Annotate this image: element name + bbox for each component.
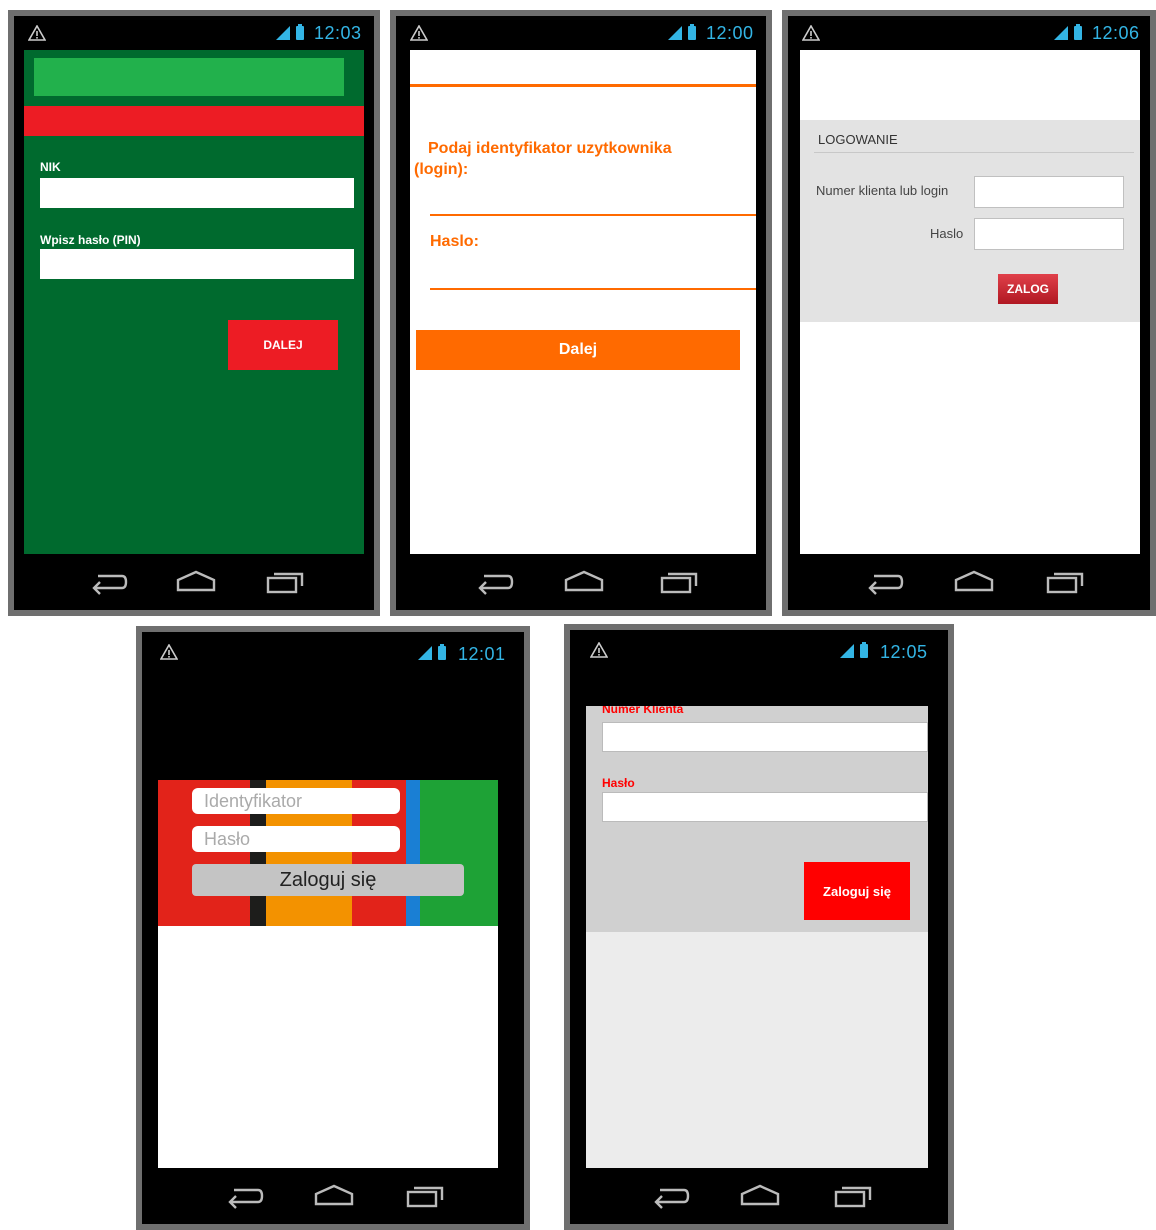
nav-bar xyxy=(788,554,1150,610)
password-input[interactable] xyxy=(974,218,1124,250)
back-icon[interactable] xyxy=(88,568,128,596)
phone-screenshot-5: 12:05 Numer Klienta Hasło Zaloguj się xyxy=(564,624,954,1230)
password-placeholder: Hasło xyxy=(204,829,251,849)
password-label: Haslo xyxy=(930,226,964,241)
nav-bar xyxy=(570,1168,948,1224)
battery-icon xyxy=(438,644,446,660)
status-bar: 12:03 xyxy=(14,16,374,50)
password-label: Hasło xyxy=(602,776,635,790)
nik-label: NIK xyxy=(40,160,61,174)
stripe-blue xyxy=(406,780,420,926)
login-panel: LOGOWANIE Numer klienta lub login Haslo … xyxy=(800,120,1140,322)
client-input[interactable] xyxy=(602,722,928,752)
app-screen: Identyfikator Hasło Zaloguj się xyxy=(158,780,498,1174)
pin-label: Wpisz hasło (PIN) xyxy=(40,233,141,247)
warning-icon xyxy=(160,644,178,660)
login-button[interactable]: ZALOG xyxy=(998,274,1058,304)
app-screen: LOGOWANIE Numer klienta lub login Haslo … xyxy=(800,50,1140,560)
recent-apps-icon[interactable] xyxy=(658,568,698,596)
signal-icon xyxy=(276,26,290,40)
login-label: Podaj identyfikator uzytkownika (login): xyxy=(414,140,672,178)
back-icon[interactable] xyxy=(650,1182,690,1210)
login-button[interactable]: Zaloguj się xyxy=(804,862,910,920)
back-icon[interactable] xyxy=(474,568,514,596)
status-clock: 12:06 xyxy=(1092,23,1140,43)
app-screen: Numer Klienta Hasło Zaloguj się xyxy=(586,706,928,1178)
client-input[interactable] xyxy=(974,176,1124,208)
login-button[interactable]: Zaloguj się xyxy=(192,864,464,896)
recent-apps-icon[interactable] xyxy=(1044,568,1084,596)
app-screen: NIK Wpisz hasło (PIN) DALEJ xyxy=(24,50,364,560)
password-input[interactable]: Hasło xyxy=(192,826,400,852)
warning-icon xyxy=(410,25,428,41)
status-bar: 12:05 xyxy=(570,630,948,664)
nik-input[interactable] xyxy=(40,178,354,208)
signal-icon xyxy=(418,646,432,660)
status-clock: 12:00 xyxy=(706,23,754,43)
home-icon[interactable] xyxy=(314,1182,354,1210)
next-button[interactable]: Dalej xyxy=(416,330,740,370)
battery-icon xyxy=(1074,24,1082,40)
login-panel: Numer Klienta Hasło Zaloguj się xyxy=(586,706,928,932)
panel-divider xyxy=(814,152,1134,153)
password-input[interactable] xyxy=(430,264,756,290)
phone-screenshot-4: 12:01 Identyfikator Hasło Zaloguj się xyxy=(136,626,530,1230)
id-input[interactable]: Identyfikator xyxy=(192,788,400,814)
phone-screenshot-1: 12:03 NIK Wpisz hasło (PIN) DALEJ xyxy=(8,10,380,616)
warning-icon xyxy=(28,25,46,41)
home-icon[interactable] xyxy=(564,568,604,596)
signal-icon xyxy=(840,644,854,658)
status-clock: 12:01 xyxy=(458,644,506,664)
next-button[interactable]: DALEJ xyxy=(228,320,338,370)
warning-icon xyxy=(590,642,608,658)
status-bar: 12:00 xyxy=(396,16,766,50)
battery-icon xyxy=(688,24,696,40)
nav-bar xyxy=(14,554,374,610)
password-label: Haslo: xyxy=(430,233,479,250)
app-screen: Podaj identyfikator uzytkownika (login):… xyxy=(410,50,756,560)
status-clock: 12:03 xyxy=(314,23,362,43)
next-button-label: DALEJ xyxy=(263,338,303,352)
client-label: Numer Klienta xyxy=(602,706,684,716)
status-clock: 12:05 xyxy=(880,642,928,662)
login-button-label: Zaloguj się xyxy=(279,868,377,891)
recent-apps-icon[interactable] xyxy=(404,1182,444,1210)
header-green-bar xyxy=(34,58,344,96)
header-line xyxy=(410,84,756,87)
pin-input[interactable] xyxy=(40,249,354,279)
recent-apps-icon[interactable] xyxy=(264,568,304,596)
battery-icon xyxy=(860,642,868,658)
nav-bar xyxy=(142,1168,524,1224)
password-input[interactable] xyxy=(602,792,928,822)
stripe-green xyxy=(420,780,498,926)
phone-screenshot-3: 12:06 LOGOWANIE Numer klienta lub login … xyxy=(782,10,1156,616)
nav-bar xyxy=(396,554,766,610)
panel-title: LOGOWANIE xyxy=(818,132,898,147)
next-button-label: Dalej xyxy=(558,341,598,358)
id-placeholder: Identyfikator xyxy=(204,791,303,811)
home-icon[interactable] xyxy=(740,1182,780,1210)
login-input[interactable] xyxy=(430,190,756,216)
home-icon[interactable] xyxy=(954,568,994,596)
status-bar: 12:06 xyxy=(788,16,1150,50)
back-icon[interactable] xyxy=(864,568,904,596)
phone-screenshot-2: 12:00 Podaj identyfikator uzytkownika (l… xyxy=(390,10,772,616)
client-label: Numer klienta lub login xyxy=(816,183,949,198)
login-button-label: Zaloguj się xyxy=(823,883,891,899)
home-icon[interactable] xyxy=(176,568,216,596)
back-icon[interactable] xyxy=(224,1182,264,1210)
warning-icon xyxy=(802,25,820,41)
recent-apps-icon[interactable] xyxy=(832,1182,872,1210)
signal-icon xyxy=(668,26,682,40)
login-button-label: ZALOG xyxy=(1007,282,1049,296)
header-red-bar xyxy=(24,106,364,136)
signal-icon xyxy=(1054,26,1068,40)
status-bar: 12:01 xyxy=(142,632,524,666)
battery-icon xyxy=(296,24,304,40)
